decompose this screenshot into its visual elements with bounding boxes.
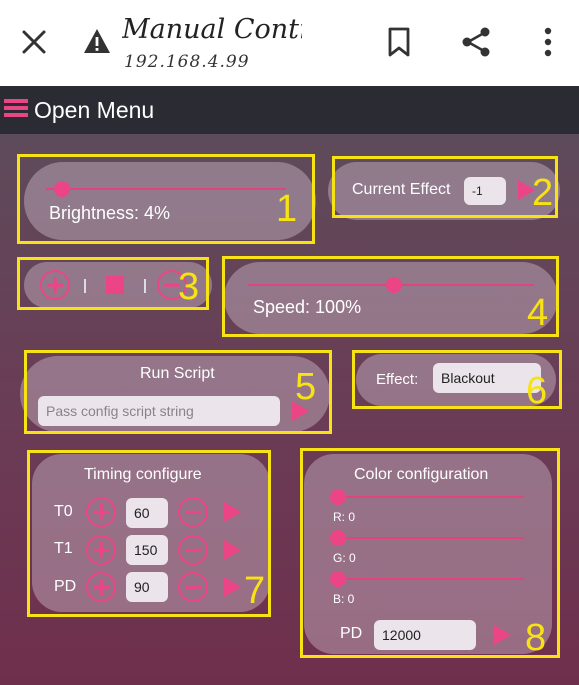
app-header: Open Menu	[0, 86, 579, 134]
share-icon[interactable]	[458, 24, 494, 60]
annotation-number-8: 8	[525, 617, 547, 659]
annotation-number-4: 4	[527, 292, 549, 334]
annotation-box-5	[24, 350, 332, 434]
open-menu-label: Open Menu	[34, 96, 155, 123]
more-vert-icon[interactable]	[538, 24, 558, 60]
annotation-box-8	[300, 448, 560, 658]
annotation-box-2	[332, 156, 558, 218]
annotation-number-5: 5	[295, 366, 317, 408]
browser-toolbar: Manual Control 192.168.4.99	[0, 0, 579, 86]
annotation-number-2: 2	[532, 172, 554, 214]
open-menu-button[interactable]: Open Menu	[0, 86, 154, 134]
annotation-number-1: 1	[276, 188, 298, 230]
hamburger-icon	[4, 97, 28, 124]
annotation-number-6: 6	[526, 370, 548, 412]
page-title: Manual Control	[122, 14, 302, 45]
close-icon[interactable]	[18, 26, 50, 58]
annotation-box-7	[27, 450, 271, 617]
annotation-number-7: 7	[244, 570, 266, 612]
warning-icon[interactable]	[82, 27, 112, 55]
bookmark-icon[interactable]	[384, 25, 414, 59]
control-panel: Brightness: 4% 1 Current Effect -1 2 3 S…	[0, 134, 579, 685]
annotation-number-3: 3	[178, 266, 200, 308]
annotation-box-4	[222, 256, 559, 337]
page-url[interactable]: 192.168.4.99	[124, 52, 250, 72]
annotation-box-1	[17, 154, 315, 244]
